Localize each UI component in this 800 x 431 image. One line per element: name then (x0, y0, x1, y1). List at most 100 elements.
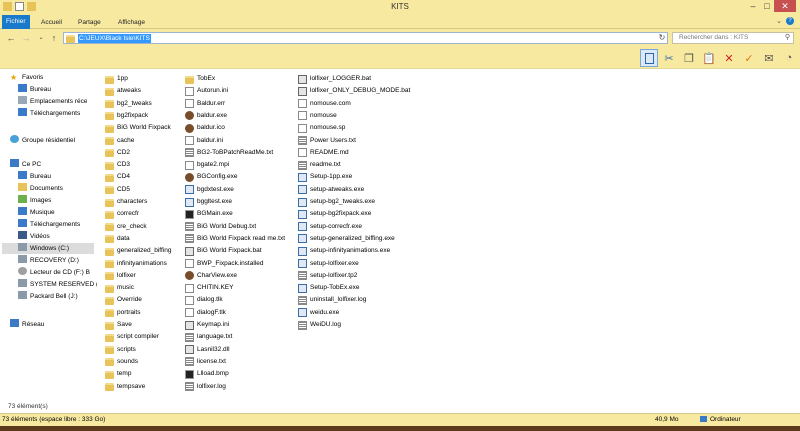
sidebar-item-pc-telechargements[interactable]: Téléchargements (18, 219, 80, 230)
file-item[interactable]: BiG World Fixpack.bat (185, 245, 262, 257)
email-icon[interactable]: ✉ (760, 49, 778, 67)
cut-icon[interactable]: ✂ (660, 49, 678, 67)
paste-icon[interactable]: 📋 (700, 49, 718, 67)
file-item[interactable]: Baldur.err (185, 98, 225, 110)
file-item[interactable]: nomouse.com (298, 98, 351, 110)
file-item[interactable]: baldur.ico (185, 122, 225, 134)
file-item[interactable]: Setup-1pp.exe (298, 171, 352, 183)
refresh-button[interactable]: ↻ (656, 32, 668, 44)
folder-item[interactable]: sounds (105, 356, 138, 368)
tab-fichier[interactable]: Fichier (2, 15, 30, 29)
folder-item[interactable]: Override (105, 294, 142, 306)
folder-item[interactable]: CD4 (105, 171, 130, 183)
file-item[interactable]: README.md (298, 147, 349, 159)
file-item[interactable]: license.txt (185, 356, 226, 368)
folder-item[interactable]: temp (105, 368, 131, 380)
sidebar-item-windows-c[interactable]: Windows (C:) (2, 243, 94, 254)
address-bar[interactable]: C:\JEUX\Black Isle\KITS (63, 32, 668, 44)
tab-affichage[interactable]: Affichage (114, 16, 149, 29)
folder-item[interactable]: portraits (105, 307, 140, 319)
sidebar-item-favoris[interactable]: ★ Favoris (10, 72, 43, 83)
burn-disc-icon[interactable]: ◔ (780, 49, 798, 67)
file-item[interactable]: BWP_Fixpack.installed (185, 258, 263, 270)
folder-item[interactable]: CD5 (105, 184, 130, 196)
tab-partage[interactable]: Partage (74, 16, 105, 29)
file-item[interactable]: nomouse.sp (298, 122, 345, 134)
sidebar-item-documents[interactable]: Documents (18, 183, 63, 194)
file-item[interactable]: lolfixer_ONLY_DEBUG_MODE.bat (298, 85, 410, 97)
file-item[interactable]: BG2-ToBPatchReadMe.txt (185, 147, 273, 159)
rename-check-icon[interactable]: ✓ (740, 49, 758, 67)
folder-item[interactable]: infinityanimations (105, 258, 167, 270)
sidebar-item-videos[interactable]: Vidéos (18, 231, 50, 242)
file-item[interactable]: Autorun.ini (185, 85, 228, 97)
sidebar-item-system-reserved[interactable]: SYSTEM RESERVED ( (18, 279, 98, 290)
address-path[interactable]: C:\JEUX\Black Isle\KITS (78, 34, 151, 43)
sidebar-item-groupe-residentiel[interactable]: Groupe résidentiel (10, 135, 75, 146)
file-item[interactable]: lolfixer.log (185, 381, 226, 393)
file-item[interactable]: setup-infinityanimations.exe (298, 245, 390, 257)
file-item[interactable]: dialogF.tlk (185, 307, 226, 319)
file-item[interactable]: setup-bg2fixpack.exe (298, 208, 371, 220)
minimize-button[interactable]: – (746, 0, 760, 12)
copy-icon[interactable]: ❐ (680, 49, 698, 67)
file-item[interactable]: Setup-TobEx.exe (298, 282, 360, 294)
file-item[interactable]: BiG World Debug.txt (185, 221, 256, 233)
preview-pane-icon[interactable] (640, 49, 658, 67)
file-item[interactable]: baldur.ini (185, 135, 223, 147)
folder-item[interactable]: scripts (105, 344, 136, 356)
folder-item[interactable]: cre_check (105, 221, 147, 233)
help-icon[interactable]: ? (786, 17, 794, 25)
file-item[interactable]: language.txt (185, 331, 232, 343)
folder-item[interactable]: CD3 (105, 159, 130, 171)
sidebar-item-pc-bureau[interactable]: Bureau (18, 171, 51, 182)
file-item[interactable]: setup-atweaks.exe (298, 184, 364, 196)
folder-item[interactable]: music (105, 282, 134, 294)
file-item[interactable]: Lasnil32.dll (185, 344, 230, 356)
search-input[interactable]: Rechercher dans : KITS ⚲ (672, 32, 794, 44)
folder-item[interactable]: correcfr (105, 208, 139, 220)
folder-item[interactable]: atweaks (105, 85, 141, 97)
folder-item[interactable]: bg2_tweaks (105, 98, 152, 110)
folder-item[interactable]: data (105, 233, 130, 245)
file-item[interactable]: BGConfig.exe (185, 171, 237, 183)
file-item[interactable]: readme.txt (298, 159, 341, 171)
file-item[interactable]: setup-correcfr.exe (298, 221, 362, 233)
folder-item[interactable]: generalized_biffing (105, 245, 171, 257)
expand-ribbon-icon[interactable]: ⌄ (776, 17, 782, 25)
sidebar-item-recovery-d[interactable]: RECOVERY (D:) (18, 255, 79, 266)
folder-item[interactable]: script compiler (105, 331, 159, 343)
sidebar-item-emplacements[interactable]: Emplacements réce (18, 96, 87, 107)
up-button[interactable]: ↑ (48, 32, 60, 44)
back-button[interactable]: ← (5, 32, 17, 44)
folder-item[interactable]: cache (105, 135, 134, 147)
file-item[interactable]: setup-lolfixer.tp2 (298, 270, 357, 282)
sidebar-item-packard-bell-j[interactable]: Packard Bell (J:) (18, 291, 78, 302)
file-item[interactable]: uninstall_lolfixer.log (298, 294, 366, 306)
file-item[interactable]: dialog.tlk (185, 294, 223, 306)
history-dropdown[interactable]: ⌄ (35, 32, 47, 44)
file-item[interactable]: BiG World Fixpack read me.txt (185, 233, 285, 245)
folder-item[interactable]: CD2 (105, 147, 130, 159)
sidebar-item-ce-pc[interactable]: Ce PC (10, 159, 41, 170)
sidebar-item-images[interactable]: Images (18, 195, 51, 206)
file-item[interactable]: baldur.exe (185, 110, 227, 122)
file-item[interactable]: BGMain.exe (185, 208, 233, 220)
sidebar-item-musique[interactable]: Musique (18, 207, 55, 218)
file-item[interactable]: CHITIN.KEY (185, 282, 233, 294)
file-item[interactable]: Power Users.txt (298, 135, 356, 147)
file-item[interactable]: setup-bg2_tweaks.exe (298, 196, 375, 208)
delete-icon[interactable]: ✕ (720, 49, 738, 67)
sidebar-item-cd-f[interactable]: Lecteur de CD (F:) B (18, 267, 90, 278)
file-item[interactable]: nomouse (298, 110, 337, 122)
tab-accueil[interactable]: Accueil (37, 16, 66, 29)
file-item[interactable]: lolfixer_LOGGER.bat (298, 73, 371, 85)
sidebar-item-telechargements[interactable]: Téléchargements (18, 108, 80, 119)
file-item[interactable]: Llload.bmp (185, 368, 229, 380)
file-item[interactable]: CharView.exe (185, 270, 237, 282)
search-icon[interactable]: ⚲ (785, 33, 790, 43)
file-item[interactable]: WeiDU.log (298, 319, 341, 331)
file-item[interactable]: bgate2.mpi (185, 159, 229, 171)
file-item[interactable]: weidu.exe (298, 307, 339, 319)
file-item[interactable]: bggltest.exe (185, 196, 232, 208)
